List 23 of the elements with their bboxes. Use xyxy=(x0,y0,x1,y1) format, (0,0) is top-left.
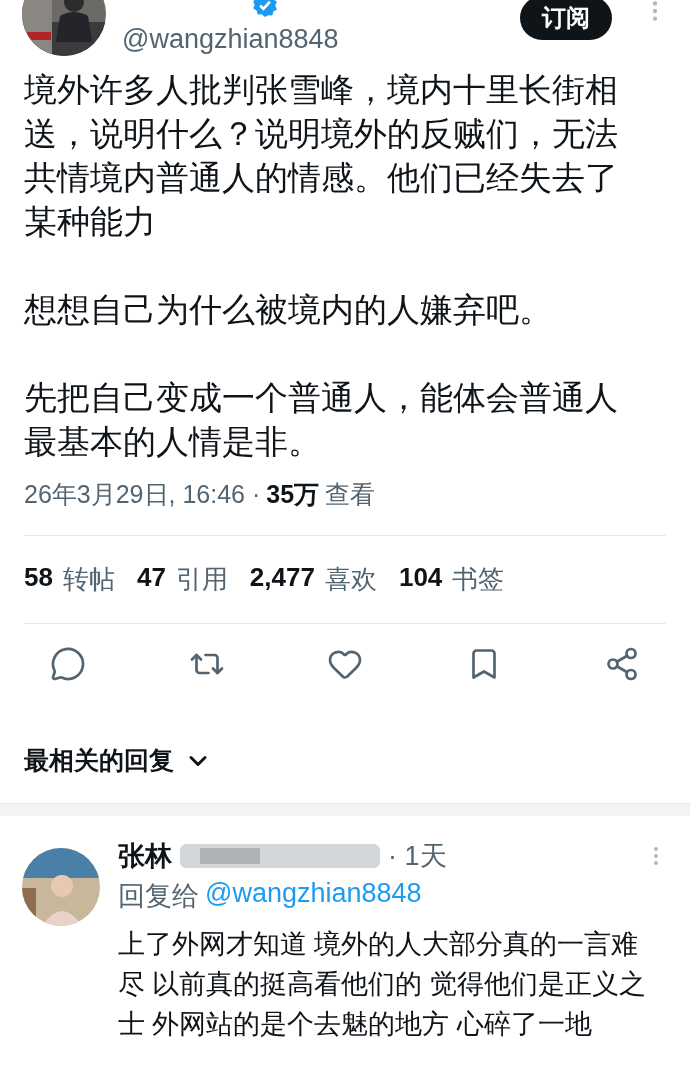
share-icon[interactable] xyxy=(604,646,640,682)
reply-text: 上了外网才知道 境外的人大部分真的一言难尽 以前真的挺高看他们的 觉得他们是正义之士 外网站的是个去魅的地方 心碎了一地 xyxy=(118,928,647,1041)
sort-label[interactable]: 最相关的回复 xyxy=(24,744,174,777)
views-count: 35万 xyxy=(266,479,320,510)
stat-count: 47 xyxy=(136,562,166,594)
subscribe-button[interactable]: 订阅 xyxy=(520,0,612,40)
reply-author-name: 张林 xyxy=(118,840,172,873)
stat-label[interactable]: 喜欢 xyxy=(324,562,377,597)
stat-count: 2,477 xyxy=(249,562,315,594)
reply-time: · 1天 xyxy=(388,840,447,873)
reply-icon[interactable] xyxy=(50,646,86,682)
replying-to-label: 回复给 xyxy=(118,880,199,913)
post-timestamp: 26年3月29日, 16:46 · xyxy=(24,479,261,510)
post-text: 先把自己变成一个普通人，能体会普通人最基本的人情是非。 xyxy=(24,378,619,462)
stat-count: 58 xyxy=(24,562,53,594)
user-handle: @wangzhian8848 xyxy=(122,24,339,55)
post-text: 想想自己为什么被境内的人嫌弃吧。 xyxy=(24,290,553,330)
views-label: 查看 xyxy=(325,479,376,510)
stat-label[interactable]: 转帖 xyxy=(62,562,115,597)
stat-label[interactable]: 引用 xyxy=(175,562,228,597)
stat-count: 104 xyxy=(398,562,443,594)
stat-label[interactable]: 书签 xyxy=(452,562,505,597)
post-text: 境外许多人批判张雪峰，境内十里长街相送，说明什么？说明境外的反贼们，无法共情境内普通人的情感。他们已经失去了某种能力 xyxy=(24,70,619,242)
